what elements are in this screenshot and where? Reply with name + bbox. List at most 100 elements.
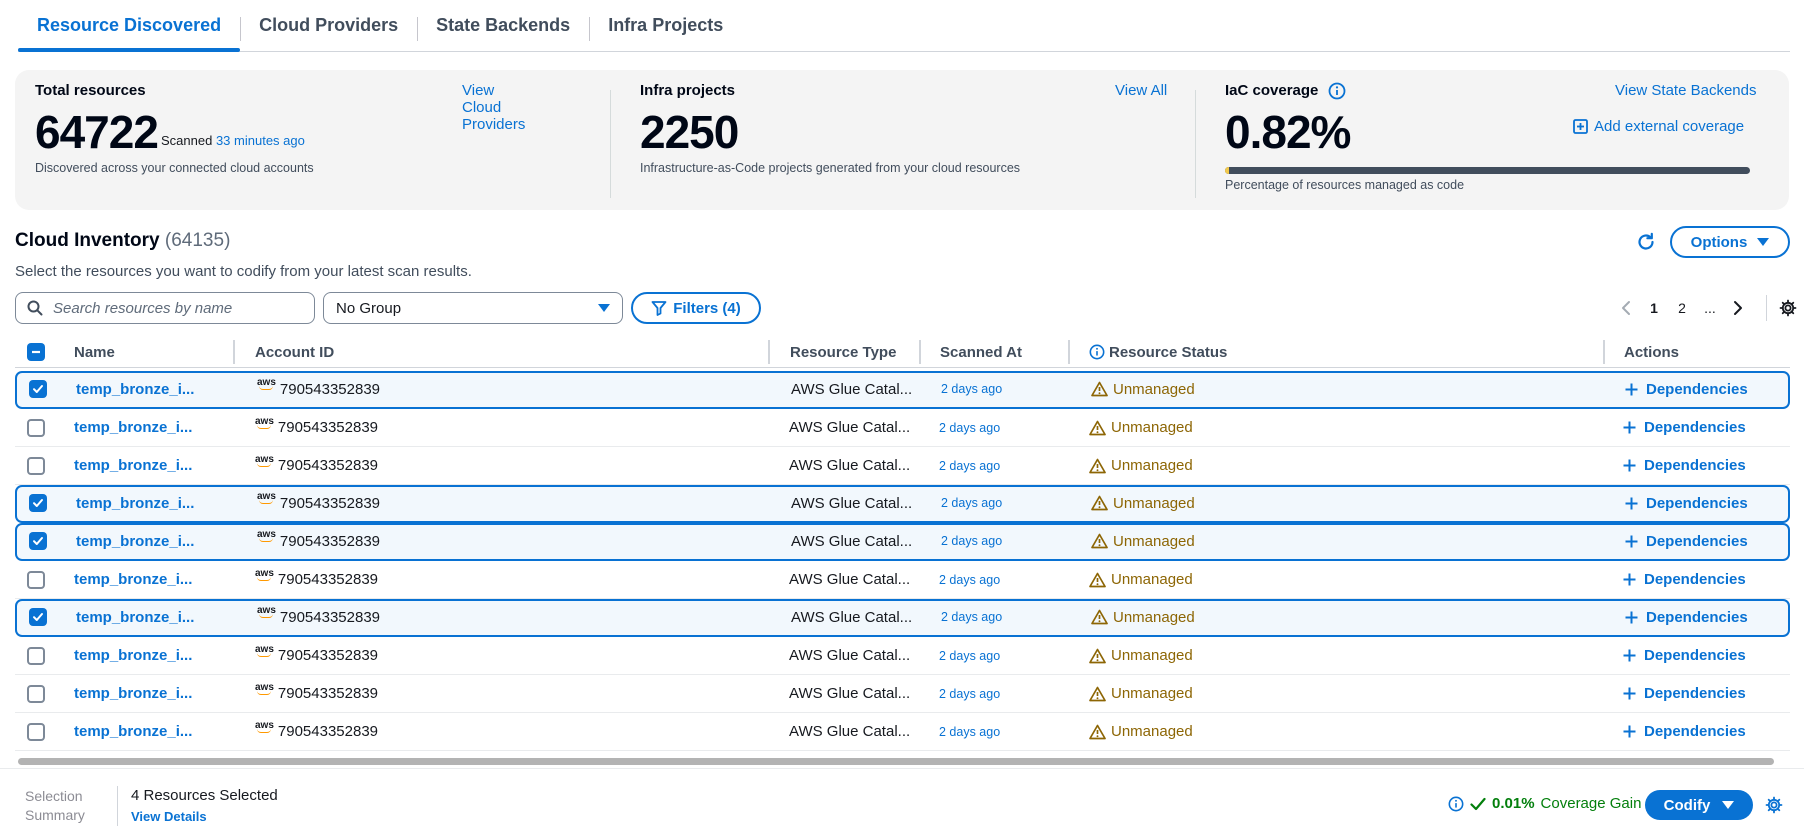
resource-name-link[interactable]: temp_bronze_i... — [74, 675, 192, 712]
column-divider[interactable] — [233, 340, 235, 364]
scanned-at-link[interactable]: 2 days ago — [939, 713, 1000, 750]
table-row[interactable]: temp_bronze_i... aws 790543352839 AWS Glue … — [15, 409, 1790, 447]
search-box[interactable] — [15, 292, 315, 324]
warning-icon — [1089, 420, 1106, 435]
previous-page-icon[interactable] — [1612, 300, 1640, 316]
plus-icon — [1625, 497, 1638, 509]
scanned-at-link[interactable]: 2 days ago — [941, 486, 1002, 520]
column-scanned-at[interactable]: Scanned At — [940, 336, 1022, 368]
info-icon[interactable] — [1328, 82, 1346, 100]
tab-cloud-providers[interactable]: Cloud Providers — [240, 0, 417, 51]
column-divider[interactable] — [919, 340, 921, 364]
table-row[interactable]: temp_bronze_i... aws 790543352839 AWS Glue … — [15, 447, 1790, 485]
select-all-checkbox[interactable] — [27, 336, 45, 368]
row-checkbox[interactable] — [29, 600, 47, 634]
table-row[interactable]: temp_bronze_i... aws 790543352839 AWS Glue … — [15, 485, 1790, 523]
row-checkbox[interactable] — [27, 637, 45, 674]
refresh-icon[interactable] — [1635, 231, 1657, 253]
resource-status: Unmanaged — [1091, 524, 1195, 558]
scanned-at-link[interactable]: 2 days ago — [941, 600, 1002, 634]
row-checkbox[interactable] — [29, 372, 47, 406]
resource-status: Unmanaged — [1089, 409, 1193, 446]
view-cloud-providers-link[interactable]: View Cloud Providers — [462, 82, 525, 133]
account-id: 790543352839 — [277, 723, 379, 740]
table-row[interactable]: temp_bronze_i... aws 790543352839 AWS Glue … — [15, 561, 1790, 599]
table-row[interactable]: temp_bronze_i... aws 790543352839 AWS Glue … — [15, 371, 1790, 409]
scanned-at-link[interactable]: 2 days ago — [941, 372, 1002, 406]
scanned-at-link[interactable]: 2 days ago — [939, 637, 1000, 674]
resource-name-link[interactable]: temp_bronze_i... — [76, 372, 194, 406]
resource-name-link[interactable]: temp_bronze_i... — [74, 637, 192, 674]
search-input[interactable] — [53, 299, 303, 317]
codify-button[interactable]: Codify — [1645, 790, 1753, 820]
column-name[interactable]: Name — [74, 336, 115, 368]
options-button[interactable]: Options — [1670, 226, 1790, 258]
page-1[interactable]: 1 — [1640, 300, 1668, 316]
total-resources-value: 64722 — [35, 106, 159, 158]
column-account-id[interactable]: Account ID — [255, 336, 334, 368]
warning-icon — [1089, 724, 1106, 739]
dependencies-button[interactable]: Dependencies — [1625, 372, 1748, 406]
column-resource-type[interactable]: Resource Type — [790, 336, 896, 368]
column-divider[interactable] — [768, 340, 770, 364]
row-checkbox[interactable] — [29, 486, 47, 520]
column-divider[interactable] — [1068, 340, 1070, 364]
dependencies-button[interactable]: Dependencies — [1623, 447, 1746, 484]
row-checkbox[interactable] — [27, 561, 45, 598]
resource-name-link[interactable]: temp_bronze_i... — [76, 524, 194, 558]
dependencies-button[interactable]: Dependencies — [1625, 486, 1748, 520]
table-row[interactable]: temp_bronze_i... aws 790543352839 AWS Glue … — [15, 637, 1790, 675]
settings-icon[interactable] — [1765, 796, 1785, 816]
scanned-time-link[interactable]: 33 minutes ago — [216, 133, 305, 148]
summary-divider — [610, 90, 611, 198]
scanned-at-link[interactable]: 2 days ago — [941, 524, 1002, 558]
scanned-at-link[interactable]: 2 days ago — [939, 409, 1000, 446]
horizontal-scrollbar[interactable] — [18, 758, 1774, 765]
column-divider[interactable] — [1603, 340, 1605, 364]
row-checkbox[interactable] — [27, 447, 45, 484]
table-row[interactable]: temp_bronze_i... aws 790543352839 AWS Glue … — [15, 713, 1790, 751]
row-checkbox[interactable] — [27, 409, 45, 446]
view-state-backends-link[interactable]: View State Backends — [1615, 82, 1756, 99]
column-resource-status[interactable]: Resource Status — [1089, 336, 1227, 368]
table-row[interactable]: temp_bronze_i... aws 790543352839 AWS Glue … — [15, 599, 1790, 637]
table-row[interactable]: temp_bronze_i... aws 790543352839 AWS Glue … — [15, 523, 1790, 561]
resource-name-link[interactable]: temp_bronze_i... — [74, 561, 192, 598]
total-resources-panel: Total resources View Cloud Providers 647… — [35, 70, 525, 210]
resource-name-link[interactable]: temp_bronze_i... — [76, 486, 194, 520]
row-checkbox[interactable] — [27, 675, 45, 712]
dependencies-button[interactable]: Dependencies — [1625, 524, 1748, 558]
row-checkbox[interactable] — [29, 524, 47, 558]
resource-name-link[interactable]: temp_bronze_i... — [76, 600, 194, 634]
tab-infra-projects[interactable]: Infra Projects — [589, 0, 742, 51]
resource-name-link[interactable]: temp_bronze_i... — [74, 713, 192, 750]
tab-state-backends[interactable]: State Backends — [417, 0, 589, 51]
tab-resource-discovered[interactable]: Resource Discovered — [18, 0, 241, 52]
dependencies-button[interactable]: Dependencies — [1623, 637, 1746, 674]
row-checkbox[interactable] — [27, 713, 45, 750]
group-select[interactable]: No Group — [323, 292, 623, 324]
next-page-icon[interactable] — [1724, 300, 1752, 316]
view-details-link[interactable]: View Details — [131, 809, 207, 824]
filters-button[interactable]: Filters (4) — [631, 292, 761, 324]
view-all-link[interactable]: View All — [1115, 82, 1167, 99]
resource-name-link[interactable]: temp_bronze_i... — [74, 409, 192, 446]
dependencies-button[interactable]: Dependencies — [1623, 409, 1746, 446]
scanned-at-link[interactable]: 2 days ago — [939, 675, 1000, 712]
scanned-at-link[interactable]: 2 days ago — [939, 561, 1000, 598]
account-id: 790543352839 — [279, 380, 381, 398]
dependencies-button[interactable]: Dependencies — [1623, 713, 1746, 750]
dependencies-button[interactable]: Dependencies — [1623, 561, 1746, 598]
dependencies-button[interactable]: Dependencies — [1625, 600, 1748, 634]
resource-status-label: Unmanaged — [1111, 647, 1193, 664]
dependencies-button[interactable]: Dependencies — [1623, 675, 1746, 712]
inventory-title: Cloud Inventory (64135) — [15, 230, 230, 252]
account-id: 790543352839 — [277, 457, 379, 474]
scanned-at-link[interactable]: 2 days ago — [939, 447, 1000, 484]
table-row[interactable]: temp_bronze_i... aws 790543352839 AWS Glue … — [15, 675, 1790, 713]
add-external-coverage-link[interactable]: Add external coverage — [1573, 118, 1744, 135]
resource-name-link[interactable]: temp_bronze_i... — [74, 447, 192, 484]
page-2[interactable]: 2 — [1668, 300, 1696, 316]
table-settings-icon[interactable] — [1779, 299, 1797, 317]
resource-status-label: Unmanaged — [1111, 457, 1193, 474]
